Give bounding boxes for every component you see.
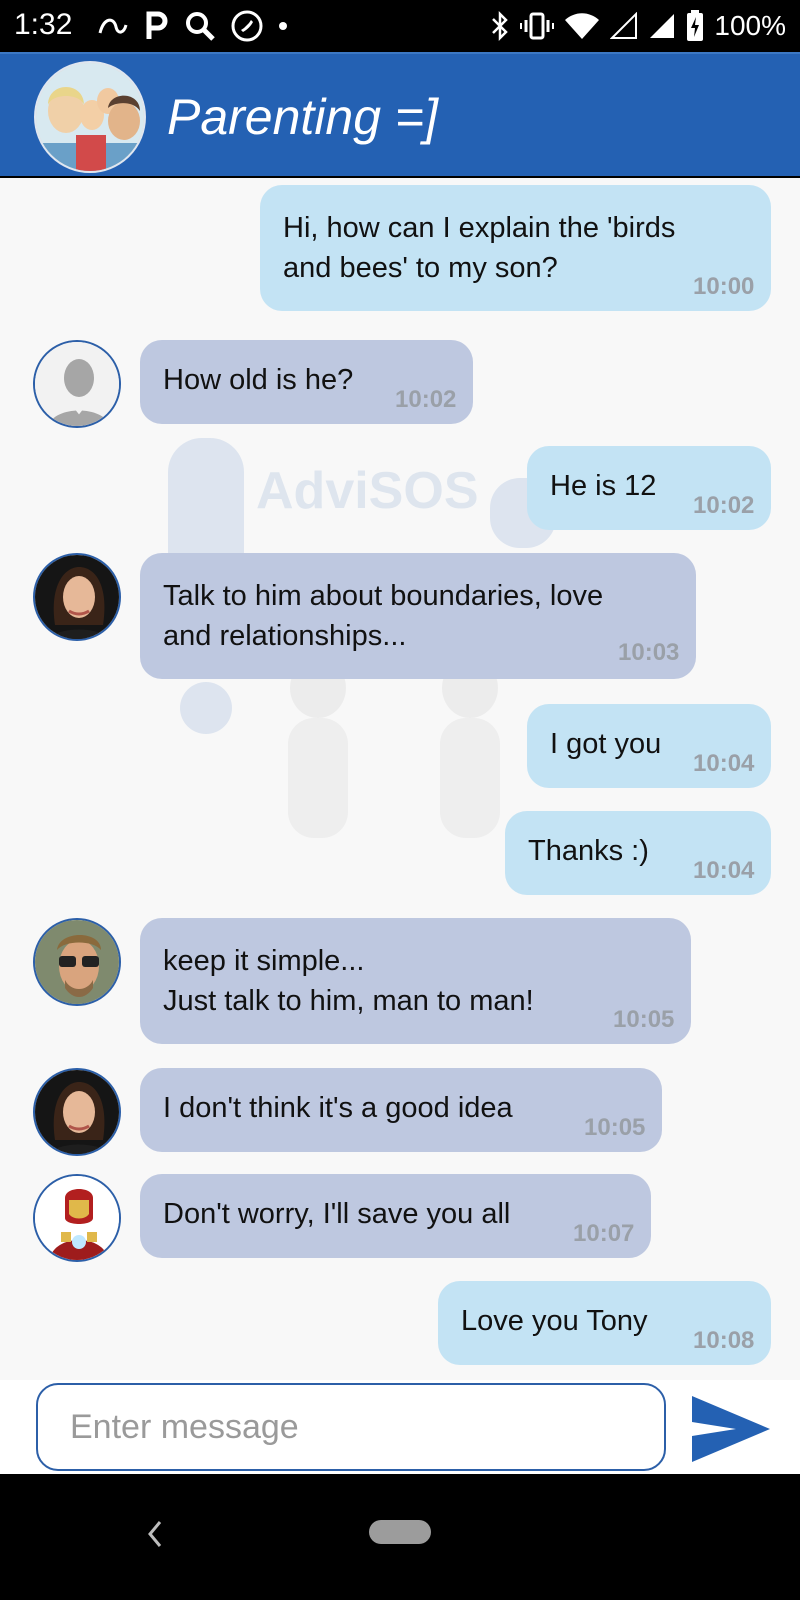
sender-avatar[interactable] xyxy=(33,1174,121,1262)
system-navigation-bar xyxy=(0,1474,800,1600)
bluetooth-icon xyxy=(490,10,510,42)
message-time: 10:07 xyxy=(573,1220,635,1247)
p-icon xyxy=(144,11,170,41)
message-time: 10:00 xyxy=(693,273,755,300)
alexa-icon xyxy=(96,13,130,39)
message-time: 10:02 xyxy=(395,386,457,413)
message-text: Thanks :) xyxy=(528,835,649,867)
send-icon xyxy=(692,1396,770,1462)
message-bubble-outgoing[interactable]: Hi, how can I explain the 'birds and bee… xyxy=(260,185,771,311)
wifi-icon xyxy=(564,12,600,40)
message-bubble-incoming[interactable]: keep it simple... Just talk to him, man … xyxy=(140,918,691,1044)
message-text: I don't think it's a good idea xyxy=(163,1092,513,1124)
composer-bar xyxy=(0,1380,800,1474)
message-time: 10:02 xyxy=(693,492,755,519)
status-bar: 1:32 100% xyxy=(0,0,800,52)
battery-charging-icon xyxy=(686,10,704,42)
message-input[interactable] xyxy=(36,1383,666,1471)
vibrate-icon xyxy=(520,11,555,41)
back-icon[interactable] xyxy=(140,1514,170,1554)
chat-header: Parenting =] xyxy=(0,52,800,176)
message-time: 10:04 xyxy=(693,857,755,884)
message-text: keep it simple... Just talk to him, man … xyxy=(163,945,534,1017)
message-bubble-incoming[interactable]: How old is he? 10:02 xyxy=(140,340,473,424)
home-button[interactable] xyxy=(369,1520,431,1544)
message-bubble-outgoing[interactable]: Thanks :) 10:04 xyxy=(505,811,771,895)
dot-icon xyxy=(278,21,288,31)
send-button[interactable] xyxy=(690,1394,772,1464)
message-text: How old is he? xyxy=(163,364,354,396)
watermark-text: AdviSOS xyxy=(256,462,479,520)
message-bubble-incoming[interactable]: Don't worry, I'll save you all 10:07 xyxy=(140,1174,651,1258)
search-icon xyxy=(184,10,216,42)
message-time: 10:08 xyxy=(693,1327,755,1354)
message-time: 10:04 xyxy=(693,750,755,777)
message-text: I got you xyxy=(550,728,662,760)
sender-avatar[interactable] xyxy=(33,340,121,428)
message-bubble-outgoing[interactable]: I got you 10:04 xyxy=(527,704,771,788)
group-title: Parenting =] xyxy=(167,89,439,145)
system-icons: 100% xyxy=(490,6,786,46)
message-bubble-outgoing[interactable]: He is 12 10:02 xyxy=(527,446,771,530)
status-time: 1:32 xyxy=(14,8,73,41)
message-list[interactable]: AdviSOS Hi, how can I explain the 'birds… xyxy=(0,178,800,1380)
message-bubble-incoming[interactable]: I don't think it's a good idea 10:05 xyxy=(140,1068,662,1152)
sender-avatar[interactable] xyxy=(33,1068,121,1156)
message-text: Talk to him about boundaries, love and r… xyxy=(163,580,604,652)
message-text: Don't worry, I'll save you all xyxy=(163,1198,511,1230)
battery-percentage: 100% xyxy=(714,10,786,41)
group-avatar[interactable] xyxy=(34,61,146,173)
message-bubble-incoming[interactable]: Talk to him about boundaries, love and r… xyxy=(140,553,696,679)
message-time: 10:05 xyxy=(613,1006,675,1033)
sender-avatar[interactable] xyxy=(33,918,121,1006)
phone-icon xyxy=(230,9,264,43)
signal-icon xyxy=(648,12,676,40)
message-text: Hi, how can I explain the 'birds and bee… xyxy=(283,212,676,284)
message-bubble-outgoing[interactable]: Love you Tony 10:08 xyxy=(438,1281,771,1365)
sender-avatar[interactable] xyxy=(33,553,121,641)
message-text: Love you Tony xyxy=(461,1305,648,1337)
message-time: 10:03 xyxy=(618,639,680,666)
signal-icon xyxy=(610,12,638,40)
notification-icons xyxy=(96,6,288,46)
message-time: 10:05 xyxy=(584,1114,646,1141)
message-text: He is 12 xyxy=(550,470,657,502)
